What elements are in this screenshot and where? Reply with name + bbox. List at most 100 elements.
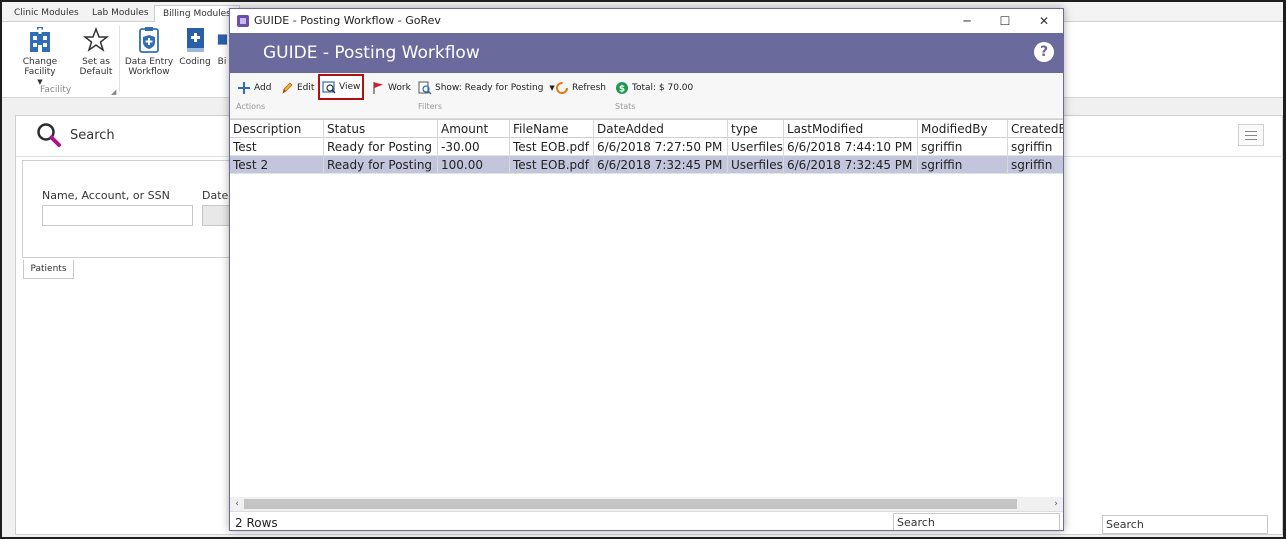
date-input[interactable] bbox=[202, 205, 232, 226]
window-header: GUIDE - Posting Workflow ? bbox=[230, 33, 1063, 73]
bottom-search-input[interactable]: Search bbox=[1102, 515, 1268, 534]
billing-button-partial[interactable]: Bi bbox=[216, 26, 228, 67]
set-as-default-label-1: Set as bbox=[82, 57, 110, 67]
column-header-createdby[interactable]: CreatedB bbox=[1008, 120, 1063, 138]
search-title: Search bbox=[70, 128, 115, 143]
cell-createdby: sgriffin bbox=[1011, 158, 1053, 172]
maximize-button[interactable]: ☐ bbox=[986, 9, 1024, 33]
filter-search-icon bbox=[418, 81, 432, 95]
column-header-filename[interactable]: FileName bbox=[510, 120, 594, 138]
view-icon bbox=[322, 80, 336, 93]
dollar-icon: $ bbox=[616, 81, 628, 94]
window-title: GUIDE - Posting Workflow - GoRev bbox=[254, 14, 441, 27]
column-header-modifiedby[interactable]: ModifiedBy bbox=[918, 120, 1008, 138]
refresh-icon bbox=[556, 81, 568, 94]
tab-lab-modules[interactable]: Lab Modules bbox=[84, 5, 157, 22]
window-titlebar: GUIDE - Posting Workflow - GoRev ─ ☐ ✕ bbox=[230, 9, 1063, 33]
row-count: 2 Rows bbox=[235, 516, 278, 530]
close-button[interactable]: ✕ bbox=[1025, 9, 1063, 33]
actions-section-label: Actions bbox=[236, 102, 266, 111]
column-header-description[interactable]: Description bbox=[230, 120, 324, 138]
star-icon bbox=[83, 26, 109, 52]
view-button[interactable]: View bbox=[318, 74, 365, 100]
refresh-button[interactable]: Refresh bbox=[555, 78, 606, 98]
magnifier-icon bbox=[37, 123, 61, 147]
app-window: Clinic Modules Lab Modules Billing Modul… bbox=[2, 2, 1283, 537]
show-filter-dropdown[interactable]: Show: Ready for Posting ▼ bbox=[418, 78, 555, 98]
plus-icon bbox=[238, 81, 250, 94]
column-header-status[interactable]: Status bbox=[324, 120, 438, 138]
status-bar: 2 Rows Search bbox=[230, 511, 1063, 530]
chevron-down-icon: ▼ bbox=[549, 84, 555, 92]
set-as-default-button[interactable]: Set as Default bbox=[78, 26, 114, 77]
coding-button[interactable]: Coding bbox=[178, 26, 212, 67]
data-entry-label-1: Data Entry bbox=[124, 57, 174, 67]
scroll-right-icon[interactable]: › bbox=[1049, 497, 1063, 511]
edit-label: Edit bbox=[297, 83, 315, 93]
scroll-left-icon[interactable]: ‹ bbox=[230, 497, 244, 511]
billing-label-partial: Bi bbox=[217, 57, 227, 67]
cell-status: Ready for Posting bbox=[324, 156, 438, 174]
total-label: Total: $ 70.00 bbox=[632, 83, 694, 93]
cell-lastmodified: 6/6/2018 7:32:45 PM bbox=[784, 156, 918, 174]
dialog-launcher-icon[interactable]: ◢ bbox=[111, 88, 116, 96]
tab-billing-modules[interactable]: Billing Modules bbox=[154, 5, 240, 23]
flag-icon bbox=[373, 81, 383, 94]
svg-text:$: $ bbox=[619, 84, 625, 94]
cell-description: Test bbox=[230, 138, 324, 156]
work-button[interactable]: Work bbox=[371, 78, 411, 98]
cell-type: Userfiles bbox=[728, 138, 784, 156]
column-header-amount[interactable]: Amount bbox=[438, 120, 510, 138]
cell-dateadded: 6/6/2018 7:32:45 PM bbox=[594, 156, 728, 174]
ribbon-separator bbox=[119, 26, 120, 92]
horizontal-scrollbar[interactable]: ‹ › bbox=[230, 497, 1063, 511]
stats-section-label: Stats bbox=[615, 102, 636, 111]
data-entry-workflow-button[interactable]: Data Entry Workflow bbox=[124, 26, 174, 77]
hamburger-menu-icon[interactable] bbox=[1238, 124, 1264, 146]
pencil-icon bbox=[282, 81, 293, 94]
table-row[interactable]: Test Ready for Posting -30.00 Test EOB.p… bbox=[230, 138, 1063, 156]
cell-lastmodified: 6/6/2018 7:44:10 PM bbox=[784, 138, 918, 156]
help-icon[interactable]: ? bbox=[1034, 42, 1054, 62]
change-facility-button[interactable]: Change Facility ▼ bbox=[8, 26, 72, 87]
cell-amount: 100.00 bbox=[438, 156, 510, 174]
filters-section-label: Filters bbox=[418, 102, 442, 111]
refresh-label: Refresh bbox=[572, 83, 606, 93]
grid-search-input[interactable]: Search bbox=[893, 513, 1060, 530]
cell-filename: Test EOB.pdf bbox=[510, 138, 594, 156]
cell-amount: -30.00 bbox=[438, 138, 510, 156]
posting-workflow-window: GUIDE - Posting Workflow - GoRev ─ ☐ ✕ G… bbox=[229, 8, 1064, 531]
column-header-dateadded[interactable]: DateAdded bbox=[594, 120, 728, 138]
search-criteria-box: Name, Account, or SSN Date o bbox=[22, 160, 239, 258]
grid-header: Description Status Amount FileName DateA… bbox=[230, 120, 1063, 138]
work-label: Work bbox=[388, 83, 411, 93]
add-label: Add bbox=[254, 83, 272, 93]
cell-modifiedby: sgriffin bbox=[918, 138, 1008, 156]
total-stat: $ Total: $ 70.00 bbox=[615, 78, 693, 98]
data-entry-label-2: Workflow bbox=[128, 67, 170, 77]
cell-modifiedby: sgriffin bbox=[918, 156, 1008, 174]
tab-clinic-modules[interactable]: Clinic Modules bbox=[6, 5, 87, 22]
cell-type: Userfiles bbox=[728, 156, 784, 174]
cell-description: Test 2 bbox=[230, 156, 324, 174]
posting-grid: Description Status Amount FileName DateA… bbox=[230, 119, 1063, 497]
edit-button[interactable]: Edit bbox=[280, 78, 314, 98]
add-button[interactable]: Add bbox=[237, 78, 271, 98]
name-account-ssn-input[interactable] bbox=[42, 205, 193, 226]
column-header-lastmodified[interactable]: LastModified bbox=[784, 120, 918, 138]
tab-patients[interactable]: Patients bbox=[23, 260, 74, 279]
cell-filename: Test EOB.pdf bbox=[510, 156, 594, 174]
column-header-type[interactable]: type bbox=[728, 120, 784, 138]
table-row-selected[interactable]: Test 2 Ready for Posting 100.00 Test EOB… bbox=[230, 156, 1063, 174]
coding-label: Coding bbox=[179, 57, 211, 67]
minimize-button[interactable]: ─ bbox=[948, 9, 986, 33]
set-as-default-label-2: Default bbox=[79, 67, 113, 77]
name-account-ssn-label: Name, Account, or SSN bbox=[42, 189, 170, 202]
change-facility-label: Change Facility bbox=[22, 57, 58, 77]
cell-status: Ready for Posting bbox=[324, 138, 438, 156]
gorev-app-icon bbox=[237, 15, 249, 27]
toolbar: Add Edit View Work Show: Ready for Posti… bbox=[230, 73, 1063, 119]
shield-clipboard-icon bbox=[139, 27, 159, 53]
scrollbar-thumb[interactable] bbox=[244, 499, 1017, 509]
cell-createdby: sgriffin bbox=[1011, 140, 1053, 154]
